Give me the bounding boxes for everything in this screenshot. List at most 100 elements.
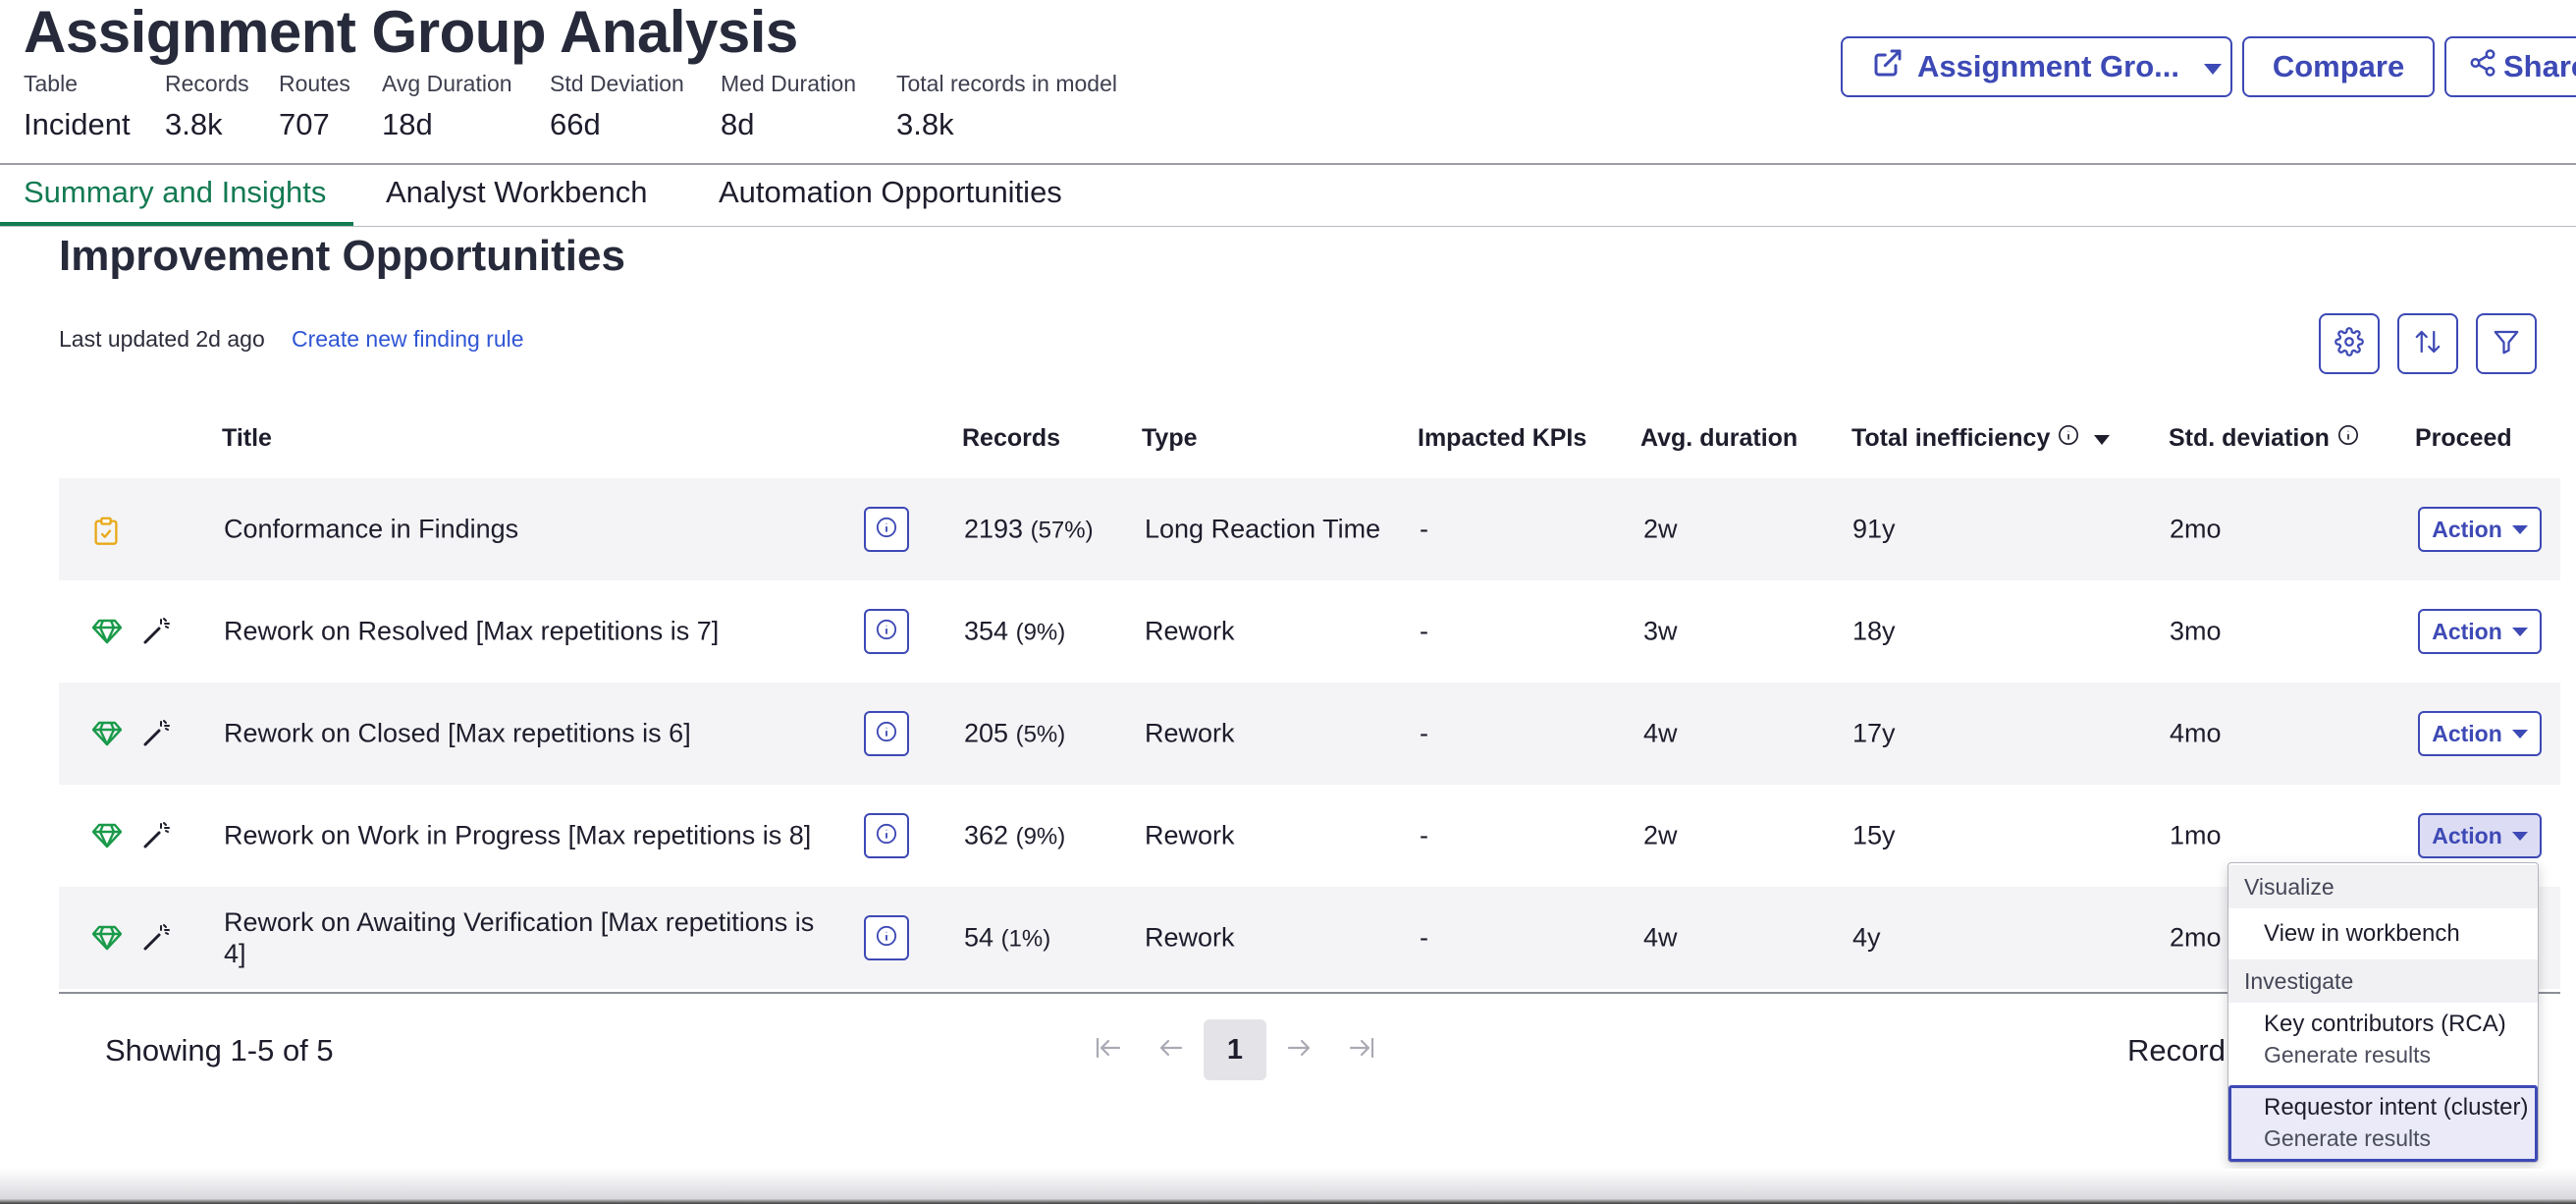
- column-header-impacted-kpis[interactable]: Impacted KPIs: [1418, 424, 1586, 453]
- finding-info-button[interactable]: [864, 711, 909, 756]
- column-header-type[interactable]: Type: [1142, 424, 1198, 453]
- column-label: Type: [1142, 424, 1198, 452]
- last-updated-text: Last updated 2d ago: [59, 326, 265, 352]
- chevron-down-icon: [2511, 524, 2528, 534]
- tab-analyst-workbench[interactable]: Analyst Workbench: [386, 175, 648, 210]
- stat-label: Records: [165, 71, 249, 96]
- sort-arrows-icon: [2413, 327, 2442, 361]
- share-button[interactable]: Share: [2444, 36, 2576, 97]
- total-inefficiency-cell: 17y: [1852, 718, 1896, 748]
- avg-duration-cell: 2w: [1643, 514, 1678, 544]
- impacted-kpis-cell: -: [1420, 820, 1428, 850]
- menu-group-visualize: Visualize: [2228, 865, 2538, 908]
- info-icon: [876, 823, 897, 849]
- next-page-icon[interactable]: [1278, 1027, 1319, 1068]
- column-header-records[interactable]: Records: [962, 424, 1060, 453]
- filter-button[interactable]: [2476, 313, 2537, 374]
- avg-duration-cell: 4w: [1643, 922, 1678, 953]
- type-cell: Rework: [1145, 820, 1235, 850]
- finding-title[interactable]: Rework on Closed [Max repetitions is 6]: [224, 719, 691, 749]
- stat-value: 8d: [721, 107, 755, 141]
- column-header-title[interactable]: Title: [222, 424, 272, 453]
- column-header-total-inefficiency[interactable]: Total inefficiency: [1852, 424, 2111, 453]
- first-page-icon[interactable]: [1088, 1027, 1129, 1068]
- impacted-kpis-cell: -: [1420, 718, 1428, 748]
- stat-med-duration: Med Duration 8d: [721, 71, 856, 142]
- tabs-divider: [0, 226, 2576, 227]
- avg-duration-cell: 2w: [1643, 820, 1678, 850]
- settings-button[interactable]: [2319, 313, 2380, 374]
- finding-title[interactable]: Rework on Resolved [Max repetitions is 7…: [224, 617, 719, 647]
- sort-button[interactable]: [2397, 313, 2458, 374]
- menu-item-requestor-intent[interactable]: Requestor intent (cluster) Generate resu…: [2228, 1085, 2538, 1162]
- sort-descending-icon[interactable]: [2093, 424, 2111, 453]
- finding-title[interactable]: Rework on Work in Progress [Max repetiti…: [224, 821, 811, 851]
- action-button[interactable]: Action: [2418, 507, 2542, 552]
- chevron-down-icon: [2511, 831, 2528, 841]
- action-button[interactable]: Action: [2418, 813, 2542, 858]
- gem-icon: [91, 721, 123, 751]
- impacted-kpis-cell: -: [1420, 616, 1428, 646]
- compare-label: Compare: [2272, 49, 2405, 83]
- previous-page-icon[interactable]: [1151, 1027, 1192, 1068]
- action-button[interactable]: Action: [2418, 609, 2542, 654]
- finding-info-button[interactable]: [864, 609, 909, 654]
- stat-std-deviation: Std Deviation 66d: [550, 71, 684, 142]
- table-row[interactable]: Rework on Awaiting Verification [Max rep…: [59, 887, 2560, 989]
- magic-wand-icon: [141, 923, 171, 958]
- chevron-down-icon: [2511, 627, 2528, 636]
- action-button[interactable]: Action: [2418, 711, 2542, 756]
- avg-duration-cell: 4w: [1643, 718, 1678, 748]
- table-row[interactable]: Rework on Work in Progress [Max repetiti…: [59, 785, 2560, 887]
- info-icon[interactable]: [2337, 424, 2359, 453]
- stat-label: Avg Duration: [382, 71, 512, 96]
- column-label: Avg. duration: [1640, 424, 1798, 452]
- type-cell: Rework: [1145, 616, 1235, 646]
- info-icon[interactable]: [2058, 424, 2079, 453]
- stat-value: 66d: [550, 107, 601, 141]
- table-row[interactable]: Conformance in Findings 2193 (57%) Long …: [59, 478, 2560, 580]
- compare-button[interactable]: Compare: [2242, 36, 2435, 97]
- current-page-button[interactable]: 1: [1204, 1019, 1266, 1080]
- table-bottom-border: [59, 992, 2560, 994]
- chevron-down-icon: [2203, 49, 2223, 84]
- table-row[interactable]: Rework on Resolved [Max repetitions is 7…: [59, 580, 2560, 683]
- stat-label: Routes: [279, 71, 350, 96]
- finding-info-button[interactable]: [864, 813, 909, 858]
- tab-automation-opportunities[interactable]: Automation Opportunities: [719, 175, 1062, 210]
- avg-duration-cell: 3w: [1643, 616, 1678, 646]
- menu-item-view-in-workbench[interactable]: View in workbench: [2228, 910, 2538, 958]
- records-cell: 2193 (57%): [964, 515, 1094, 545]
- stat-records: Records 3.8k: [165, 71, 249, 142]
- stat-value: Incident: [24, 107, 131, 141]
- column-label: Total inefficiency: [1852, 424, 2051, 452]
- std-deviation-cell: 2mo: [2170, 514, 2222, 544]
- finding-info-button[interactable]: [864, 915, 909, 960]
- magic-wand-icon: [141, 617, 171, 651]
- records-count: 354: [964, 616, 1009, 646]
- records-percent: (57%): [1030, 517, 1094, 544]
- column-header-avg-duration[interactable]: Avg. duration: [1640, 424, 1798, 453]
- magic-wand-icon: [141, 821, 171, 855]
- finding-title[interactable]: Conformance in Findings: [224, 515, 518, 545]
- column-header-std-deviation[interactable]: Std. deviation: [2169, 424, 2359, 453]
- total-inefficiency-cell: 18y: [1852, 616, 1896, 646]
- stat-label: Std Deviation: [550, 71, 684, 96]
- menu-item-key-contributors[interactable]: Key contributors (RCA) Generate results: [2228, 1011, 2538, 1081]
- table-row[interactable]: Rework on Closed [Max repetitions is 6] …: [59, 683, 2560, 785]
- assignment-group-dropdown[interactable]: Assignment Gro...: [1841, 36, 2232, 97]
- impacted-kpis-cell: -: [1420, 514, 1428, 544]
- create-finding-rule-link[interactable]: Create new finding rule: [292, 326, 524, 353]
- menu-item-label: Requestor intent (cluster): [2264, 1094, 2529, 1121]
- tab-summary-and-insights[interactable]: Summary and Insights: [24, 175, 326, 210]
- impacted-kpis-cell: -: [1420, 922, 1428, 953]
- action-label: Action: [2432, 618, 2502, 644]
- menu-item-sublabel: Generate results: [2264, 1042, 2432, 1067]
- stat-table: Table Incident: [24, 71, 131, 142]
- std-deviation-cell: 4mo: [2170, 718, 2222, 748]
- last-page-icon[interactable]: [1341, 1027, 1382, 1068]
- records-cell: 362 (9%): [964, 821, 1065, 851]
- finding-title[interactable]: Rework on Awaiting Verification [Max rep…: [224, 906, 814, 969]
- action-dropdown-menu: Visualize View in workbench Investigate …: [2227, 862, 2539, 1163]
- finding-info-button[interactable]: [864, 507, 909, 552]
